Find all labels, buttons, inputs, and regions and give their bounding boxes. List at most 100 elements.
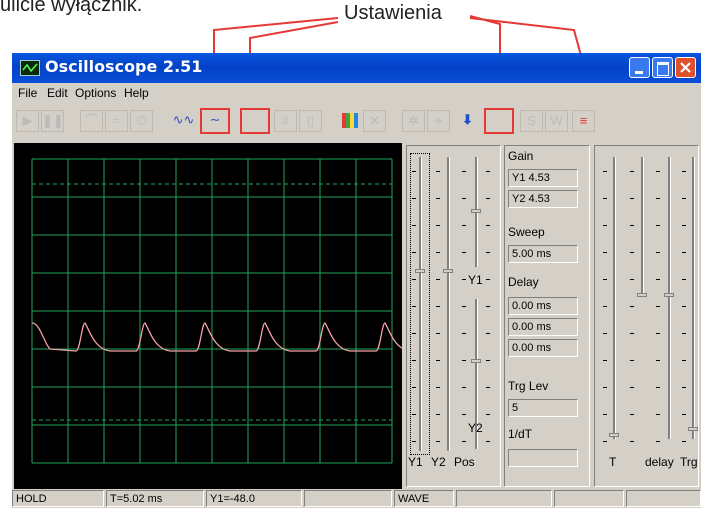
marker-button[interactable]: ≡ [572, 110, 595, 132]
slider-tick [656, 333, 660, 334]
y1-gain-slider-thumb[interactable] [415, 269, 425, 273]
w-icon: W [550, 113, 563, 128]
s-icon: S [527, 113, 536, 128]
slider-tick [656, 198, 660, 199]
status-empty-1 [304, 490, 392, 507]
slider-tick [603, 387, 607, 388]
circle-button[interactable]: ∅ [130, 110, 153, 132]
status-mode: WAVE [394, 490, 454, 507]
grid-button[interactable]: # [274, 110, 297, 132]
maximize-button[interactable] [652, 57, 673, 78]
slider-tick [412, 171, 416, 172]
sweep-label: Sweep [508, 225, 545, 239]
slider-tick [462, 387, 466, 388]
trigger-slider-track[interactable] [692, 157, 695, 439]
y1-gain-slider-track[interactable] [419, 157, 422, 451]
pause-icon: ❚❚ [42, 113, 64, 128]
sparkle-button[interactable]: ✲ [402, 110, 425, 132]
slider-tick [630, 279, 634, 280]
pause-button[interactable]: ❚❚ [41, 110, 64, 132]
slider-tick [486, 333, 490, 334]
delay-slider-thumb-a[interactable] [637, 293, 647, 297]
slider-tick [682, 171, 686, 172]
trigger-slider-thumb[interactable] [688, 427, 698, 431]
pos-bottom-label: Pos [454, 455, 475, 469]
zoom-button[interactable]: ⌒ [80, 110, 103, 132]
menu-help[interactable]: Help [124, 86, 149, 100]
minimize-icon [635, 71, 643, 74]
play-button[interactable]: ▶ [16, 110, 39, 132]
status-bar: HOLD T=5.02 ms Y1=-48.0 WAVE [12, 489, 701, 508]
wave-button[interactable]: ≈ [105, 110, 128, 132]
sine-button[interactable]: ∼ [200, 108, 230, 134]
slider-tick [603, 441, 607, 442]
time-slider-thumb[interactable] [609, 433, 619, 437]
slider-tick [603, 360, 607, 361]
sparkle-icon: ✲ [408, 113, 419, 128]
slider-tick [462, 279, 466, 280]
slider-tick [630, 198, 634, 199]
slider-tick [486, 171, 490, 172]
delay-value-3: 0.00 ms [508, 339, 578, 357]
marker-icon: ≡ [579, 113, 588, 128]
slider-tick [436, 279, 440, 280]
y2-pos-slider-thumb[interactable] [471, 359, 481, 363]
toolbar: ▶ ❚❚ ⌒ ≈ ∅ ∿∿ ∼ # ▯ ✕ ✲ ⌖ ⬇ S W ≡ [12, 106, 701, 138]
close-button[interactable] [675, 57, 696, 78]
measure-icon: ⌖ [434, 113, 443, 128]
menu-edit[interactable]: Edit [47, 86, 68, 100]
slider-tick [682, 198, 686, 199]
title-bar: Oscilloscope 2.51 [12, 53, 701, 83]
menu-file[interactable]: File [18, 86, 37, 100]
x-icon: ✕ [369, 113, 380, 128]
slider-tick [436, 225, 440, 226]
scope-display[interactable] [14, 143, 411, 489]
menu-bar: File Edit Options Help [12, 83, 701, 103]
slider-tick [412, 387, 416, 388]
settings-button[interactable] [484, 108, 514, 134]
blank-button[interactable] [240, 108, 270, 134]
delay-slider-track-b[interactable] [668, 157, 671, 439]
menu-options[interactable]: Options [75, 86, 116, 100]
window-title: Oscilloscope 2.51 [45, 57, 203, 76]
slider-tick [603, 333, 607, 334]
y2-gain-slider-track[interactable] [447, 157, 450, 451]
slider-tick [486, 360, 490, 361]
down-button[interactable]: ⬇ [456, 110, 479, 132]
circle-icon: ∅ [135, 113, 148, 128]
x-button[interactable]: ✕ [363, 110, 386, 132]
measure-button[interactable]: ⌖ [427, 110, 450, 132]
y1-pos-slider-thumb[interactable] [471, 209, 481, 213]
slider-tick [436, 198, 440, 199]
single-button[interactable]: ▯ [299, 110, 322, 132]
y2-gain-slider-thumb[interactable] [443, 269, 453, 273]
slider-tick [412, 198, 416, 199]
play-icon: ▶ [22, 113, 33, 128]
slider-tick [603, 279, 607, 280]
color-button[interactable] [338, 110, 361, 132]
trigger-level-value: 5 [508, 399, 578, 417]
slider-tick [656, 360, 660, 361]
delay-value-2: 0.00 ms [508, 318, 578, 336]
meander-button[interactable]: ∿∿ [172, 110, 195, 132]
slider-tick [630, 306, 634, 307]
w-button[interactable]: W [545, 110, 568, 132]
slider-tick [603, 198, 607, 199]
slider-tick [630, 171, 634, 172]
gain-label: Gain [508, 149, 534, 163]
slider-tick [486, 225, 490, 226]
s-button[interactable]: S [520, 110, 543, 132]
status-time: T=5.02 ms [106, 490, 204, 507]
delay-slider-track-a[interactable] [641, 157, 644, 297]
slider-tick [436, 333, 440, 334]
status-empty-2 [456, 490, 552, 507]
minimize-button[interactable] [629, 57, 650, 78]
slider-tick [630, 333, 634, 334]
slider-tick [436, 171, 440, 172]
slider-tick [630, 414, 634, 415]
slider-tick [656, 387, 660, 388]
time-slider-track[interactable] [613, 157, 616, 439]
delay-slider-thumb-b[interactable] [664, 293, 674, 297]
slider-tick [462, 171, 466, 172]
zoom-icon: ⌒ [84, 113, 98, 128]
